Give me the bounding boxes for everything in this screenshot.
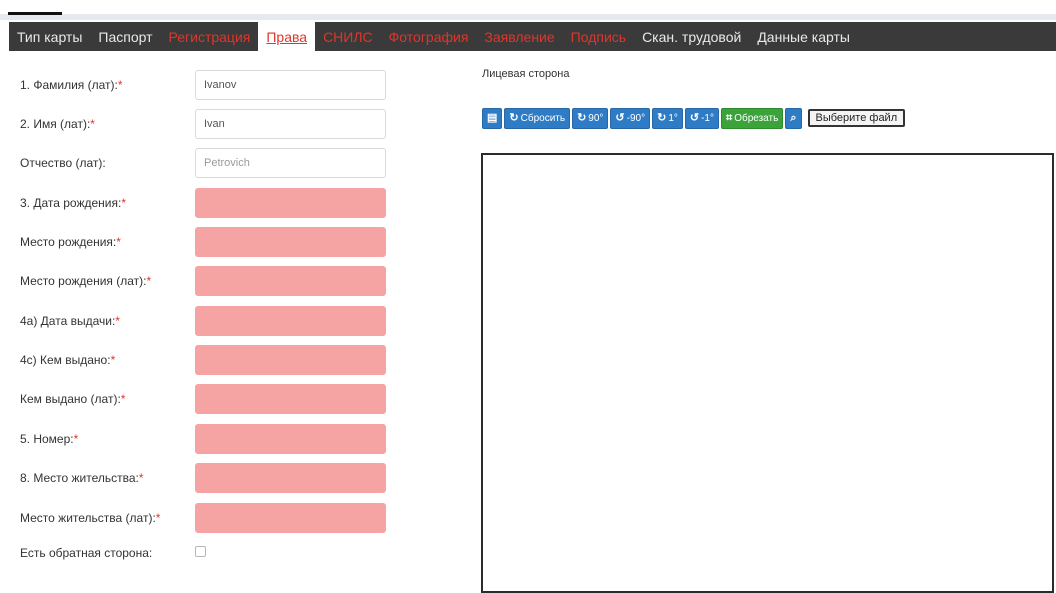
image-toolbar: ▤ ↻ Сбросить ↻ 90° ↺ -90° ↻ 1° ↺ -1° ⌗ О… — [482, 107, 906, 129]
tab-scan-workbook[interactable]: Скан. трудовой — [634, 22, 749, 51]
reset-button[interactable]: ↻ Сбросить — [504, 107, 571, 129]
top-band — [0, 14, 1056, 20]
tab-passport[interactable]: Паспорт — [90, 22, 160, 51]
backside-checkbox[interactable] — [195, 546, 206, 557]
crop-icon: ⌗ — [725, 111, 733, 124]
row-issue-date: 4a) Дата выдачи:* — [20, 306, 386, 336]
birth-place-lat-input[interactable] — [195, 266, 386, 296]
rotate-cw-icon: ↻ — [657, 111, 667, 124]
issue-date-input[interactable] — [195, 306, 386, 336]
name-lat-input[interactable]: Ivan — [195, 109, 386, 139]
rotate-minus-90-label: -90° — [626, 112, 646, 124]
field-label: Место рождения:* — [20, 235, 121, 249]
residence-lat-input[interactable] — [195, 503, 386, 533]
patronymic-lat-input[interactable]: Petrovich — [195, 148, 386, 178]
issued-by-lat-input[interactable] — [195, 384, 386, 414]
row-birth-place: Место рождения:* — [20, 227, 386, 257]
search-icon: ⌕ — [790, 111, 797, 124]
field-label: 5. Номер:* — [20, 432, 79, 446]
crop-button[interactable]: ⌗ Обрезать — [720, 107, 784, 129]
row-birth-date: 3. Дата рождения:* — [20, 188, 386, 218]
rotate-minus-1-label: -1° — [701, 112, 714, 124]
rotate-ccw-icon: ↺ — [689, 111, 700, 124]
tab-card-data[interactable]: Данные карты — [749, 22, 858, 51]
rotate-plus-1-label: 1° — [668, 112, 678, 124]
top-underline-mark — [8, 12, 62, 15]
field-label: 8. Место жительства:* — [20, 471, 144, 485]
tab-registration[interactable]: Регистрация — [161, 22, 259, 51]
field-label: Место рождения (лат):* — [20, 274, 152, 288]
refresh-icon: ↻ — [509, 111, 519, 124]
tab-license[interactable]: Права — [258, 22, 316, 51]
row-name-lat: 2. Имя (лат):* Ivan — [20, 109, 386, 139]
issued-by-input[interactable] — [195, 345, 386, 375]
row-birth-place-lat: Место рождения (лат):* — [20, 266, 386, 296]
row-issued-by: 4c) Кем выдано:* — [20, 345, 386, 375]
row-patronymic-lat: Отчество (лат): Petrovich — [20, 148, 386, 178]
tab-card-type[interactable]: Тип карты — [9, 22, 90, 51]
image-canvas[interactable] — [481, 153, 1054, 593]
row-number: 5. Номер:* — [20, 424, 386, 454]
row-surname-lat: 1. Фамилия (лат):* Ivanov — [20, 70, 386, 100]
field-label: 4a) Дата выдачи:* — [20, 314, 120, 328]
field-label: 4c) Кем выдано:* — [20, 353, 116, 367]
tab-signature[interactable]: Подпись — [563, 22, 634, 51]
residence-input[interactable] — [195, 463, 386, 493]
tab-bar: Тип карты Паспорт Регистрация Права СНИЛ… — [9, 22, 1056, 51]
rotate-minus-90-button[interactable]: ↺ -90° — [610, 107, 651, 129]
field-label: Кем выдано (лат):* — [20, 392, 126, 406]
choose-file-button[interactable]: Выберите файл — [807, 109, 906, 127]
tab-photo[interactable]: Фотография — [381, 22, 477, 51]
tab-snils[interactable]: СНИЛС — [315, 22, 381, 51]
row-issued-by-lat: Кем выдано (лат):* — [20, 384, 386, 414]
tab-application[interactable]: Заявление — [476, 22, 562, 51]
rotate-plus-90-label: 90° — [588, 112, 604, 124]
rotate-ccw-icon: ↺ — [615, 111, 625, 124]
field-label: 1. Фамилия (лат):* — [20, 78, 123, 92]
top-strip — [0, 0, 1056, 22]
birth-date-input[interactable] — [195, 188, 386, 218]
birth-place-input[interactable] — [195, 227, 386, 257]
field-label: 2. Имя (лат):* — [20, 117, 95, 131]
file-button[interactable]: ▤ — [482, 107, 503, 129]
zoom-button[interactable]: ⌕ — [785, 107, 802, 129]
rotate-minus-1-button[interactable]: ↺ -1° — [684, 107, 719, 129]
row-backside: Есть обратная сторона: — [20, 538, 206, 568]
row-residence: 8. Место жительства:* — [20, 463, 386, 493]
field-label: Отчество (лат): — [20, 156, 106, 170]
surname-lat-input[interactable]: Ivanov — [195, 70, 386, 100]
file-icon: ▤ — [487, 111, 498, 124]
reset-label: Сбросить — [520, 112, 566, 124]
crop-label: Обрезать — [734, 112, 779, 124]
row-residence-lat: Место жительства (лат):* — [20, 503, 386, 533]
front-side-title: Лицевая сторона — [482, 68, 570, 80]
rotate-plus-1-button[interactable]: ↻ 1° — [652, 107, 683, 129]
rotate-cw-icon: ↻ — [577, 111, 587, 124]
field-label: Место жительства (лат):* — [20, 511, 161, 525]
field-label: 3. Дата рождения:* — [20, 196, 126, 210]
rotate-plus-90-button[interactable]: ↻ 90° — [572, 107, 609, 129]
number-input[interactable] — [195, 424, 386, 454]
backside-label: Есть обратная сторона: — [20, 546, 153, 560]
